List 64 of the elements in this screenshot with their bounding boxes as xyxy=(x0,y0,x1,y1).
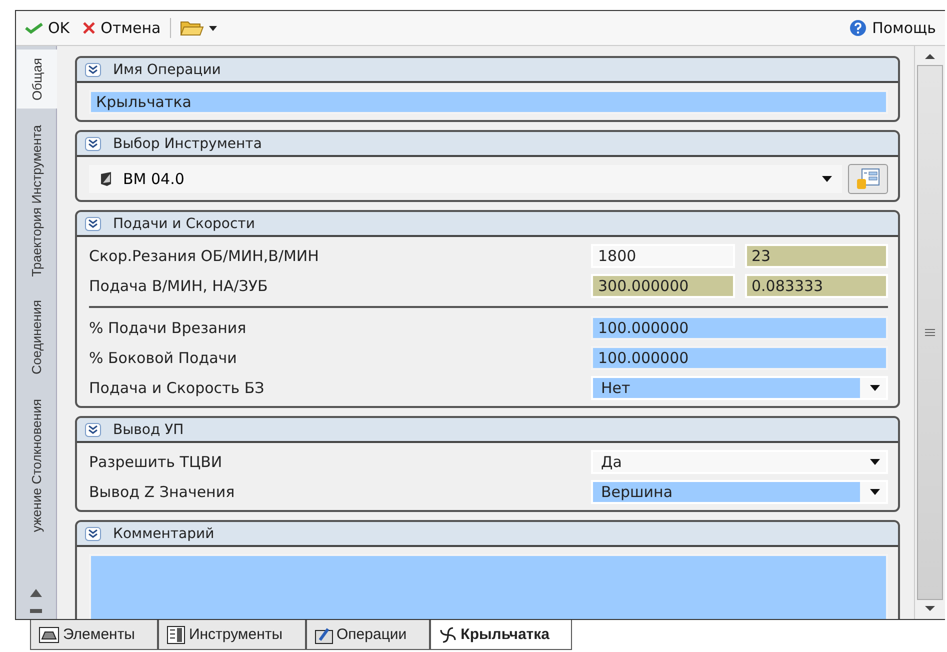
input-field[interactable]: 1800 xyxy=(591,244,734,268)
database-form-icon xyxy=(856,168,880,190)
dropdown[interactable]: Да xyxy=(591,450,888,474)
help-button[interactable]: Помощь xyxy=(846,17,939,39)
scroll-down-icon[interactable] xyxy=(925,606,935,611)
scrollbar[interactable] xyxy=(914,46,945,619)
section-title: Выбор Инструмента xyxy=(113,136,262,152)
collapse-icon[interactable] xyxy=(85,526,101,540)
caret-icon xyxy=(870,489,880,495)
caret-icon xyxy=(208,26,217,30)
dropdown[interactable]: Нет xyxy=(591,376,888,400)
field-label: Скор.Резания ОБ/МИН,В/МИН xyxy=(89,247,320,265)
dropdown-value: Да xyxy=(600,452,623,472)
dropdown-value: Нет xyxy=(593,378,860,398)
input-field[interactable]: 100.000000 xyxy=(591,346,888,370)
comment-field[interactable] xyxy=(89,554,888,619)
scroll-thumb[interactable] xyxy=(917,65,943,600)
help-icon xyxy=(849,19,868,37)
caret-icon xyxy=(870,385,880,391)
scroll-up-icon[interactable] xyxy=(30,589,42,597)
side-tab[interactable]: ужение Столкновения xyxy=(22,390,50,540)
cancel-button[interactable]: Отмена xyxy=(78,17,164,39)
side-tab[interactable]: Общая xyxy=(17,50,57,109)
check-icon xyxy=(25,22,43,34)
section-title: Комментарий xyxy=(113,526,214,542)
field-label: % Боковой Подачи xyxy=(89,349,238,367)
input-field[interactable]: 0.083333 xyxy=(744,274,888,298)
section-title: Подачи и Скорости xyxy=(113,216,255,232)
ok-button[interactable]: OK xyxy=(22,17,73,39)
field-label: % Подачи Врезания xyxy=(89,319,248,337)
dropdown-value: Вершина xyxy=(593,482,860,502)
impeller-icon xyxy=(438,626,457,644)
input-field[interactable]: 300.000000 xyxy=(591,274,734,298)
collapse-icon[interactable] xyxy=(85,62,101,76)
bottom-tab[interactable]: Элементы xyxy=(30,620,158,650)
field-label: Разрешить ТЦВИ xyxy=(89,453,224,471)
part-icon xyxy=(39,626,59,642)
collapse-icon[interactable] xyxy=(85,216,101,230)
tool-list-icon xyxy=(166,626,185,644)
field-label: Подача В/МИН, НА/ЗУБ xyxy=(89,277,269,295)
caret-icon xyxy=(822,176,832,182)
field-label: Подача и Скорость БЗ xyxy=(89,379,266,397)
side-tab[interactable]: Траектория Инструмента xyxy=(22,116,50,284)
caret-icon xyxy=(870,459,880,465)
collapse-icon[interactable] xyxy=(85,422,101,436)
input-field[interactable]: 23 xyxy=(744,244,888,268)
grip-icon xyxy=(925,329,935,336)
close-icon xyxy=(82,21,96,35)
folder-icon xyxy=(180,19,204,37)
input-field[interactable]: 100.000000 xyxy=(591,316,888,340)
bottom-tab[interactable]: Крыльчатка xyxy=(430,620,572,650)
scroll-up-icon[interactable] xyxy=(925,54,935,59)
side-tab[interactable]: Соединения xyxy=(22,292,50,383)
collapse-icon[interactable] xyxy=(85,136,101,150)
tool-dropdown[interactable]: BM 04.0 xyxy=(89,165,842,193)
section-title: Имя Операции xyxy=(113,62,221,78)
operation-icon xyxy=(314,626,332,644)
section-title: Вывод УП xyxy=(113,422,184,438)
dropdown[interactable]: Вершина xyxy=(591,480,888,504)
name-field[interactable]: Крыльчатка xyxy=(89,90,888,114)
field-label: Вывод Z Значения xyxy=(89,483,236,501)
tool-library-button[interactable] xyxy=(848,164,888,194)
bottom-tab[interactable]: Инструменты xyxy=(158,620,306,650)
bottom-tab[interactable]: Операции xyxy=(306,620,430,650)
